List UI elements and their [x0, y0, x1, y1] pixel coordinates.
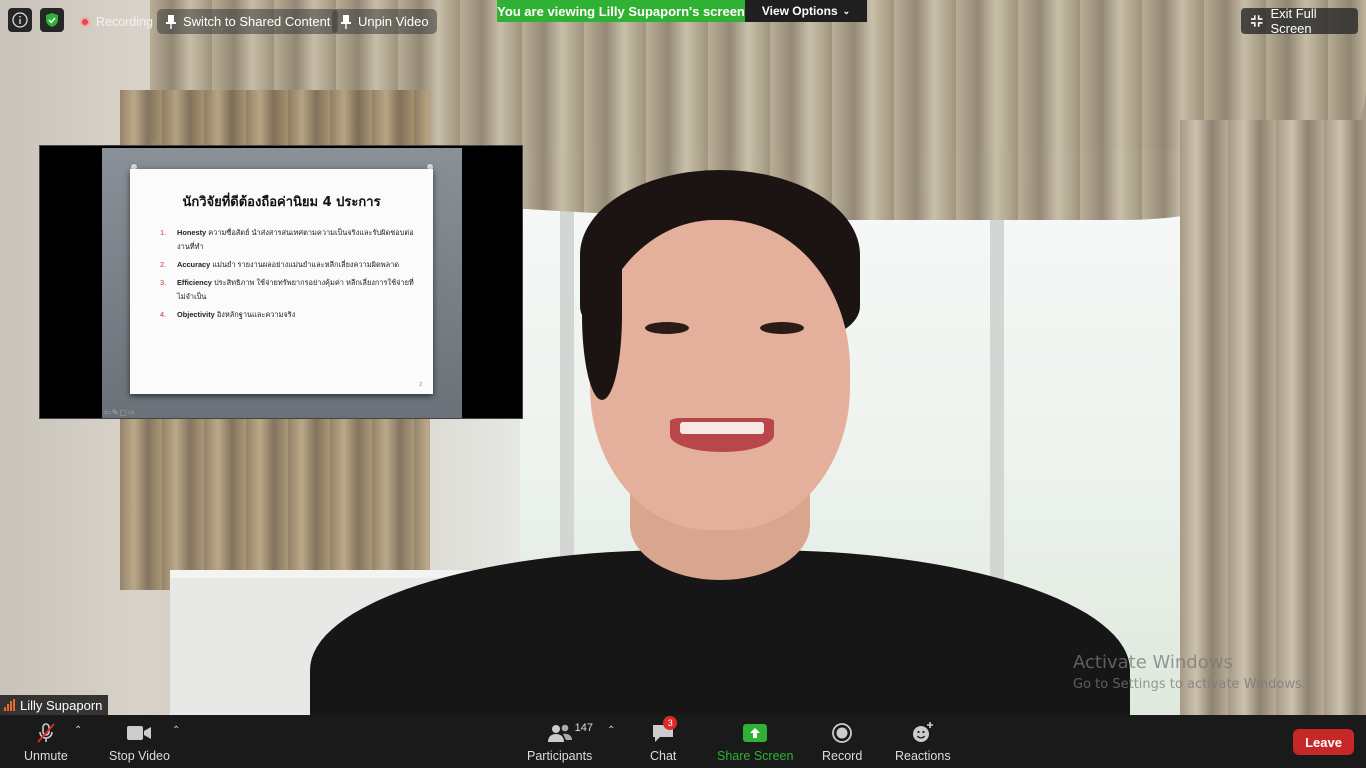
slide-page-number: 2 [419, 382, 422, 388]
signal-strength-icon [4, 699, 15, 711]
unpin-video-button[interactable]: Unpin Video [332, 9, 437, 34]
participants-count: 147 [574, 722, 594, 734]
watermark-subtitle: Go to Settings to activate Windows. [1073, 677, 1306, 692]
record-icon [832, 723, 853, 743]
chat-label: Chat [650, 749, 677, 763]
switch-label: Switch to Shared Content [183, 14, 331, 29]
participant-name-tag: Lilly Supaporn [0, 695, 109, 715]
speaker-name: Lilly Supaporn [20, 697, 103, 713]
slide-list: 1. Honesty ความซื่อสัตย์ นำส่งสารสนเทศตา… [160, 226, 421, 322]
curtain-right [1180, 120, 1366, 715]
record-button[interactable]: Record [822, 721, 862, 763]
slide-list-item: 1. Honesty ความซื่อสัตย์ นำส่งสารสนเทศตา… [160, 226, 421, 254]
recording-indicator[interactable]: Recording [72, 9, 161, 34]
video-camera-icon [127, 726, 152, 740]
activate-windows-watermark: Activate Windows Go to Settings to activ… [1073, 652, 1306, 692]
slide-list-item: 3. Efficiency ประสิทธิภาพ ใช้จ่ายทรัพยาก… [160, 276, 421, 304]
unpin-label: Unpin Video [358, 14, 429, 29]
item-number: 2. [160, 260, 167, 269]
record-label: Record [822, 749, 863, 763]
record-dot-icon [80, 16, 90, 27]
shared-screen-window[interactable]: นักวิจัยที่ดีต้องถือค่านิยม 4 ประการ 1. … [39, 145, 523, 419]
exit-fullscreen-icon [1250, 15, 1263, 27]
info-icon [12, 12, 28, 28]
slide-list-item: 2. Accuracy แม่นยำ รายงานผลอย่างแม่นยำแล… [160, 258, 421, 272]
leave-button[interactable]: Leave [1293, 729, 1354, 755]
slide-title: นักวิจัยที่ดีต้องถือค่านิยม 4 ประการ [182, 195, 381, 210]
slide-controls[interactable]: ⇦✎▢⇨ [104, 408, 136, 417]
share-screen-icon [743, 724, 768, 742]
video-options-chevron-icon[interactable]: ⌃ [172, 725, 180, 736]
emoji-add-icon [912, 722, 933, 742]
stop-video-button[interactable]: Stop Video [109, 721, 170, 763]
share-screen-label: Share Screen [717, 749, 794, 763]
meeting-info-button[interactable] [8, 8, 32, 32]
slide: นักวิจัยที่ดีต้องถือค่านิยม 4 ประการ 1. … [130, 169, 433, 394]
audio-options-chevron-icon[interactable]: ⌃ [74, 725, 82, 736]
participants-icon [547, 724, 572, 742]
watermark-title: Activate Windows [1073, 652, 1233, 673]
item-term: Honesty [177, 228, 207, 237]
switch-to-shared-content-button[interactable]: Switch to Shared Content [157, 9, 339, 34]
item-text: อิงหลักฐานและความจริง [214, 310, 296, 319]
item-text: ความซื่อสัตย์ นำส่งสารสนเทศตามความเป็นจร… [177, 228, 414, 251]
microphone-muted-icon [37, 723, 55, 743]
reactions-button[interactable]: Reactions [895, 721, 951, 763]
item-term: Accuracy [177, 260, 211, 269]
unmute-button[interactable]: Unmute [24, 721, 68, 763]
chat-button[interactable]: 3 Chat [650, 716, 678, 763]
meeting-toolbar: Unmute ⌃ Stop Video ⌃ 147 Participants ⌃… [0, 715, 1366, 768]
item-text: ประสิทธิภาพ ใช้จ่ายทรัพยากรอย่างคุ้มค่า … [177, 278, 414, 301]
reactions-label: Reactions [895, 749, 951, 763]
share-screen-button[interactable]: Share Screen [717, 721, 793, 763]
item-number: 3. [160, 278, 167, 287]
item-term: Objectivity [177, 310, 215, 319]
pin-icon [341, 14, 351, 29]
unmute-label: Unmute [24, 749, 68, 763]
exit-full-screen-button[interactable]: Exit Full Screen [1241, 6, 1358, 36]
item-term: Efficiency [177, 278, 212, 287]
slide-list-item: 4. Objectivity อิงหลักฐานและความจริง [160, 308, 421, 322]
chevron-down-icon: ⌄ [842, 5, 851, 16]
item-text: แม่นยำ รายงานผลอย่างแม่นยำและหลีกเลี่ยงค… [210, 260, 400, 269]
shield-check-icon [46, 13, 58, 27]
viewing-screen-banner: You are viewing Lilly Supaporn's screen [497, 0, 745, 22]
pin-icon [166, 14, 176, 29]
item-number: 4. [160, 310, 167, 319]
view-options-label: View Options [761, 4, 838, 18]
view-options-button[interactable]: View Options ⌄ [745, 0, 867, 22]
item-number: 1. [160, 228, 167, 237]
participants-options-chevron-icon[interactable]: ⌃ [607, 725, 615, 736]
exit-full-screen-label: Exit Full Screen [1270, 6, 1317, 36]
participants-button[interactable]: 147 Participants [527, 721, 594, 763]
stop-video-label: Stop Video [109, 749, 170, 763]
video-stage: นักวิจัยที่ดีต้องถือค่านิยม 4 ประการ 1. … [0, 0, 1366, 715]
recording-label: Recording [96, 14, 153, 29]
security-button[interactable] [40, 8, 64, 32]
participants-label: Participants [527, 749, 593, 763]
